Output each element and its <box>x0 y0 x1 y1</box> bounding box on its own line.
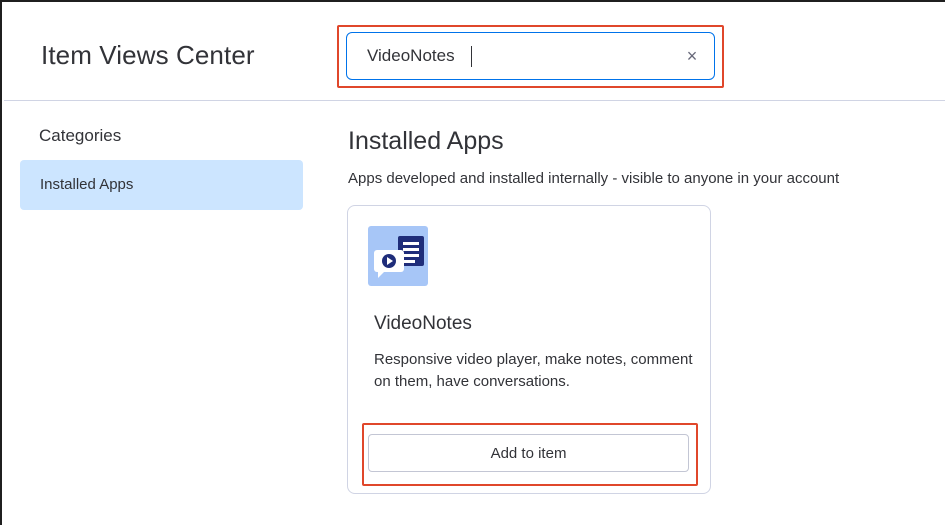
sidebar-item-installed-apps[interactable]: Installed Apps <box>20 160 303 210</box>
app-description: Responsive video player, make notes, com… <box>374 351 693 390</box>
clear-icon[interactable]: × <box>682 46 702 66</box>
app-title: Item Views Center <box>41 40 255 70</box>
sidebar-heading: Categories <box>39 126 122 145</box>
video-notes-icon-graphic <box>374 236 424 278</box>
add-to-item-button[interactable]: Add to item <box>368 434 689 472</box>
search-input[interactable] <box>367 33 667 79</box>
video-notes-icon <box>368 226 428 286</box>
page-title: Installed Apps <box>348 127 504 155</box>
text-caret <box>471 46 472 67</box>
search-box[interactable]: × <box>346 32 715 80</box>
page-subtitle: Apps developed and installed internally … <box>348 170 840 187</box>
app-name: VideoNotes <box>374 313 472 334</box>
app-window: Item Views Center × Categories Installed… <box>0 0 945 525</box>
